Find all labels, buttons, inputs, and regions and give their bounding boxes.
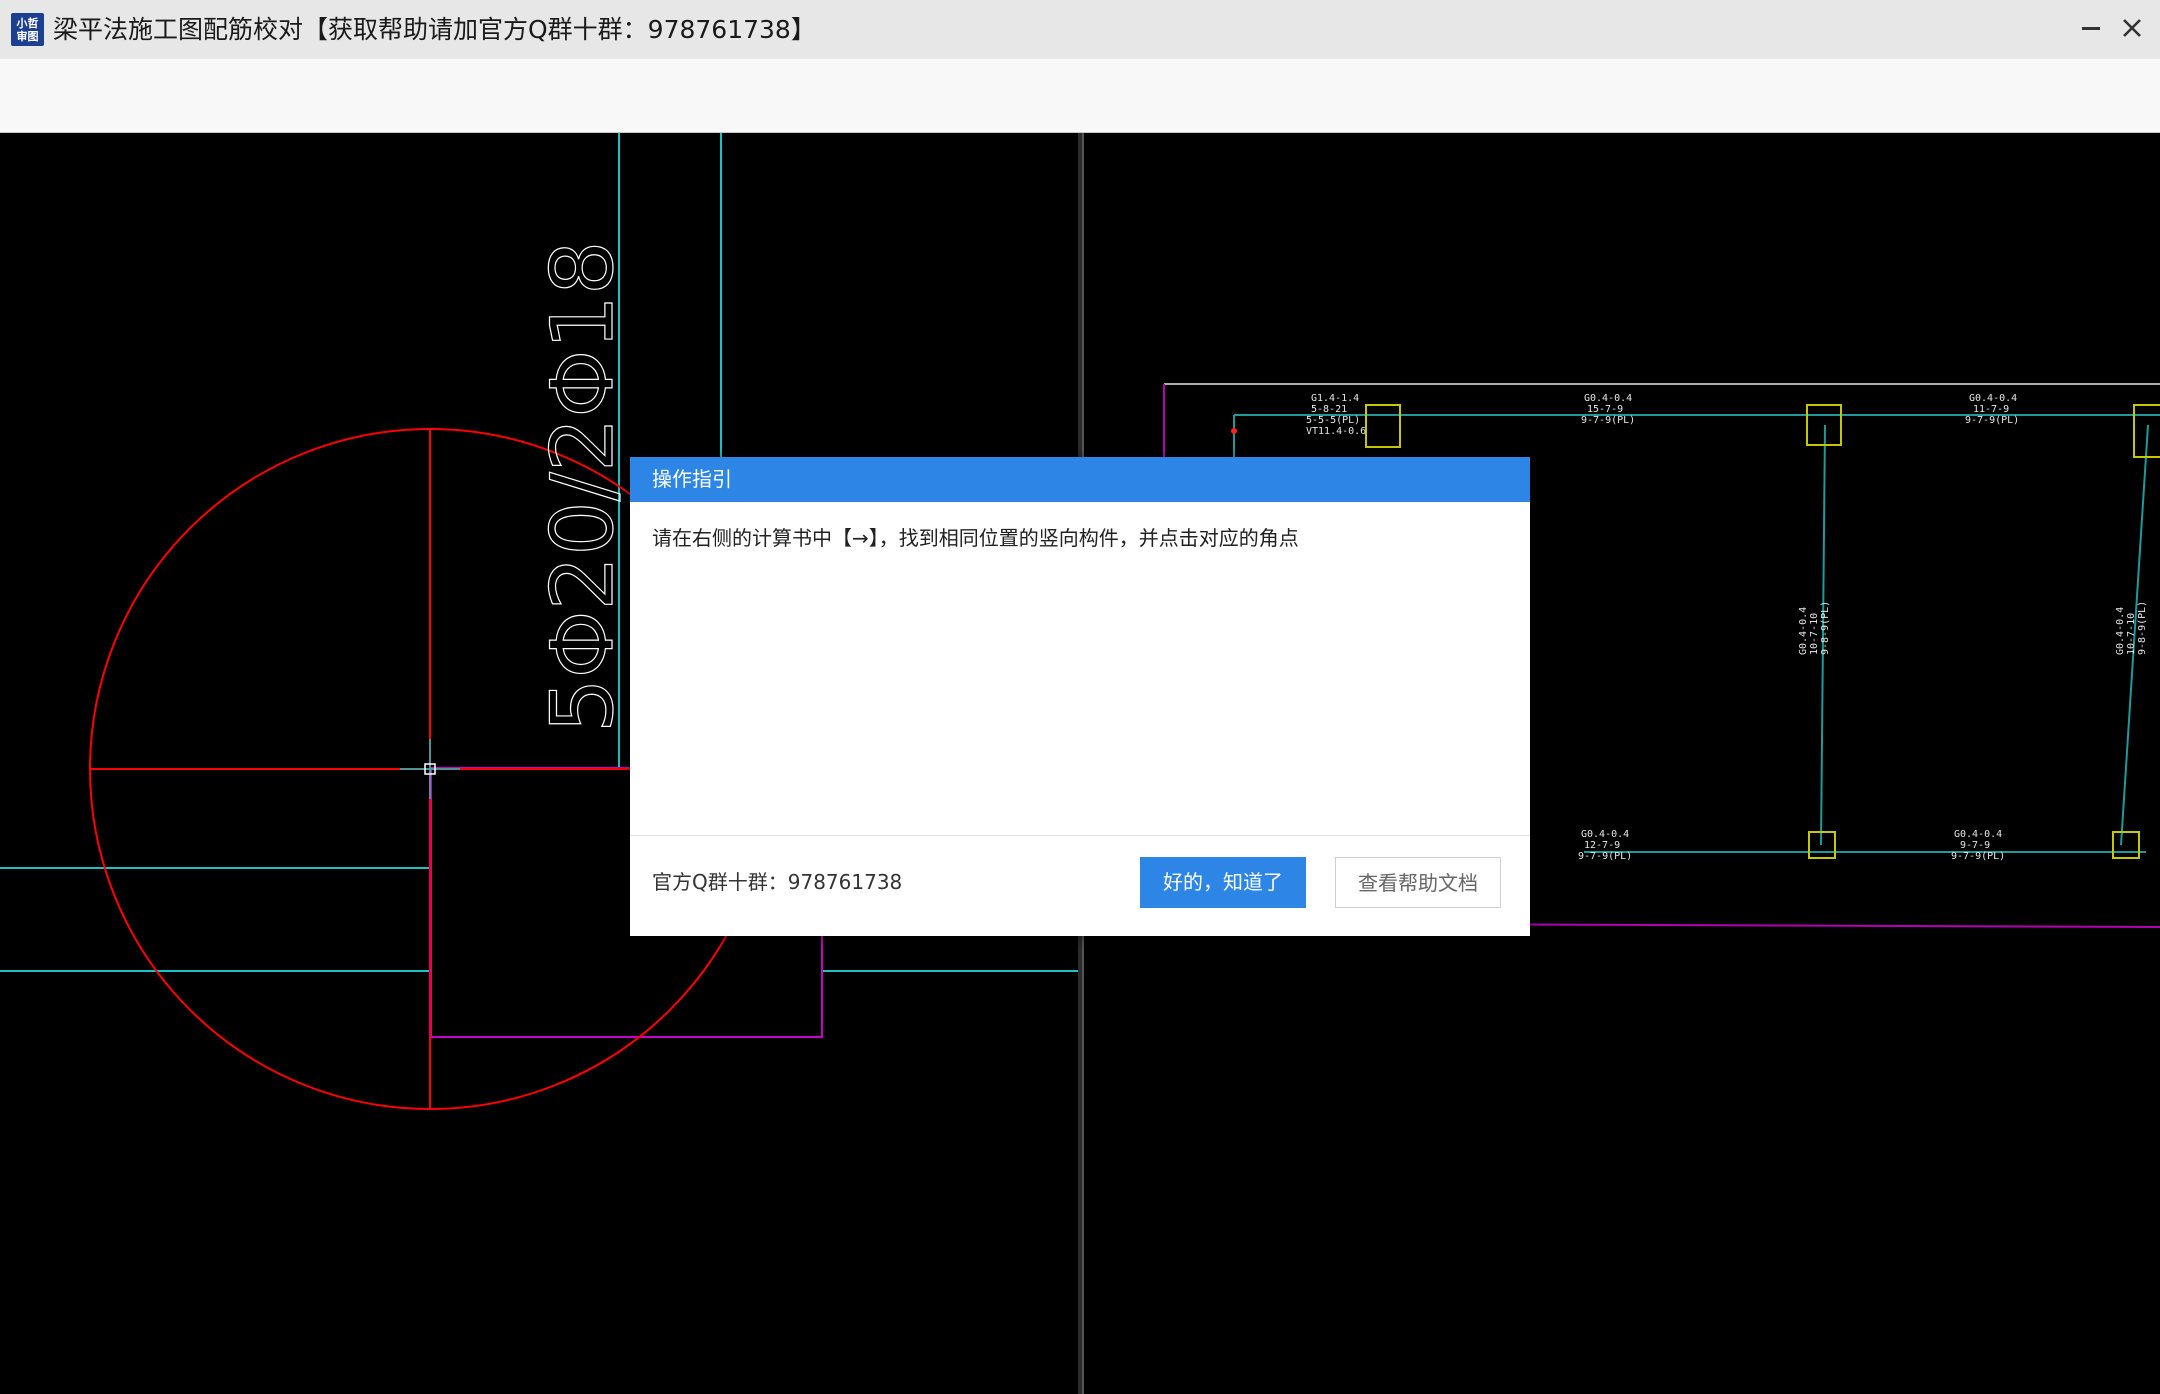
toolbar — [0, 59, 2160, 133]
close-button[interactable] — [2112, 8, 2152, 48]
dialog-message: 请在右侧的计算书中【→】，找到相同位置的竖向构件，并点击对应的角点 — [652, 526, 1299, 550]
vertical-beam-label: 9-8-9(PL) — [1820, 601, 1831, 655]
guide-dialog: 操作指引 请在右侧的计算书中【→】，找到相同位置的竖向构件，并点击对应的角点 官… — [630, 457, 1530, 936]
beam-label: VT11.4-0.6 — [1306, 426, 1366, 437]
vertical-beam-label: 10-7-10 — [2126, 613, 2137, 655]
help-docs-button[interactable]: 查看帮助文档 — [1335, 857, 1501, 908]
beam-label: G0.4-0.4 — [1969, 393, 2017, 404]
vertical-beam-label: G0.4-0.4 — [1798, 607, 1809, 655]
beam-label: 9-7-9(PL) — [1581, 415, 1635, 426]
origin-marker — [1231, 428, 1237, 434]
dialog-footer: 官方Q群十群：978761738 好的，知道了 查看帮助文档 — [630, 837, 1530, 936]
column-box[interactable] — [2112, 831, 2140, 859]
close-icon — [2123, 19, 2141, 37]
vertical-beam-label: 10-7-10 — [1809, 613, 1820, 655]
beam-label: 12-7-9 — [1584, 840, 1620, 851]
minimize-button[interactable] — [2071, 8, 2111, 48]
column-box[interactable] — [1365, 404, 1401, 448]
window-title: 梁平法施工图配筋校对【获取帮助请加官方Q群十群：978761738】 — [53, 15, 816, 44]
minimize-icon — [2082, 27, 2100, 30]
beam-label: 5-8-21 — [1311, 404, 1347, 415]
beam-label: 5-5-5(PL) — [1306, 415, 1360, 426]
dialog-title: 操作指引 — [630, 457, 1530, 502]
beam-label: 9-7-9(PL) — [1578, 851, 1632, 862]
title-bar: 小哲审图 梁平法施工图配筋校对【获取帮助请加官方Q群十群：978761738】 — [0, 0, 2160, 59]
beam-label: 9-7-9 — [1960, 840, 1990, 851]
vertical-beam-label: G0.4-0.4 — [2115, 607, 2126, 655]
beam-label: 15-7-9 — [1587, 404, 1623, 415]
beam-label: G0.4-0.4 — [1954, 829, 2002, 840]
beam-label: 9-7-9(PL) — [1951, 851, 2005, 862]
beam-label: 9-7-9(PL) — [1965, 415, 2019, 426]
beam-label: G0.4-0.4 — [1581, 829, 1629, 840]
beam-label: G0.4-0.4 — [1584, 393, 1632, 404]
dialog-body: 请在右侧的计算书中【→】，找到相同位置的竖向构件，并点击对应的角点 — [630, 502, 1530, 836]
vertical-beam-label: 9-8-9(PL) — [2137, 601, 2148, 655]
app-logo: 小哲审图 — [11, 13, 44, 46]
beam-label: G1.4-1.4 — [1311, 393, 1359, 404]
ok-button[interactable]: 好的，知道了 — [1140, 857, 1306, 908]
beam-label: 11-7-9 — [1973, 404, 2009, 415]
rebar-label: 5Φ20/2Φ18 — [533, 240, 633, 733]
vertical-label-group: G0.4-0.4 10-7-10 9-8-9(PL) G0.4-0.4 10-7… — [1798, 601, 2148, 655]
qq-group-text: 官方Q群十群：978761738 — [652, 870, 903, 894]
